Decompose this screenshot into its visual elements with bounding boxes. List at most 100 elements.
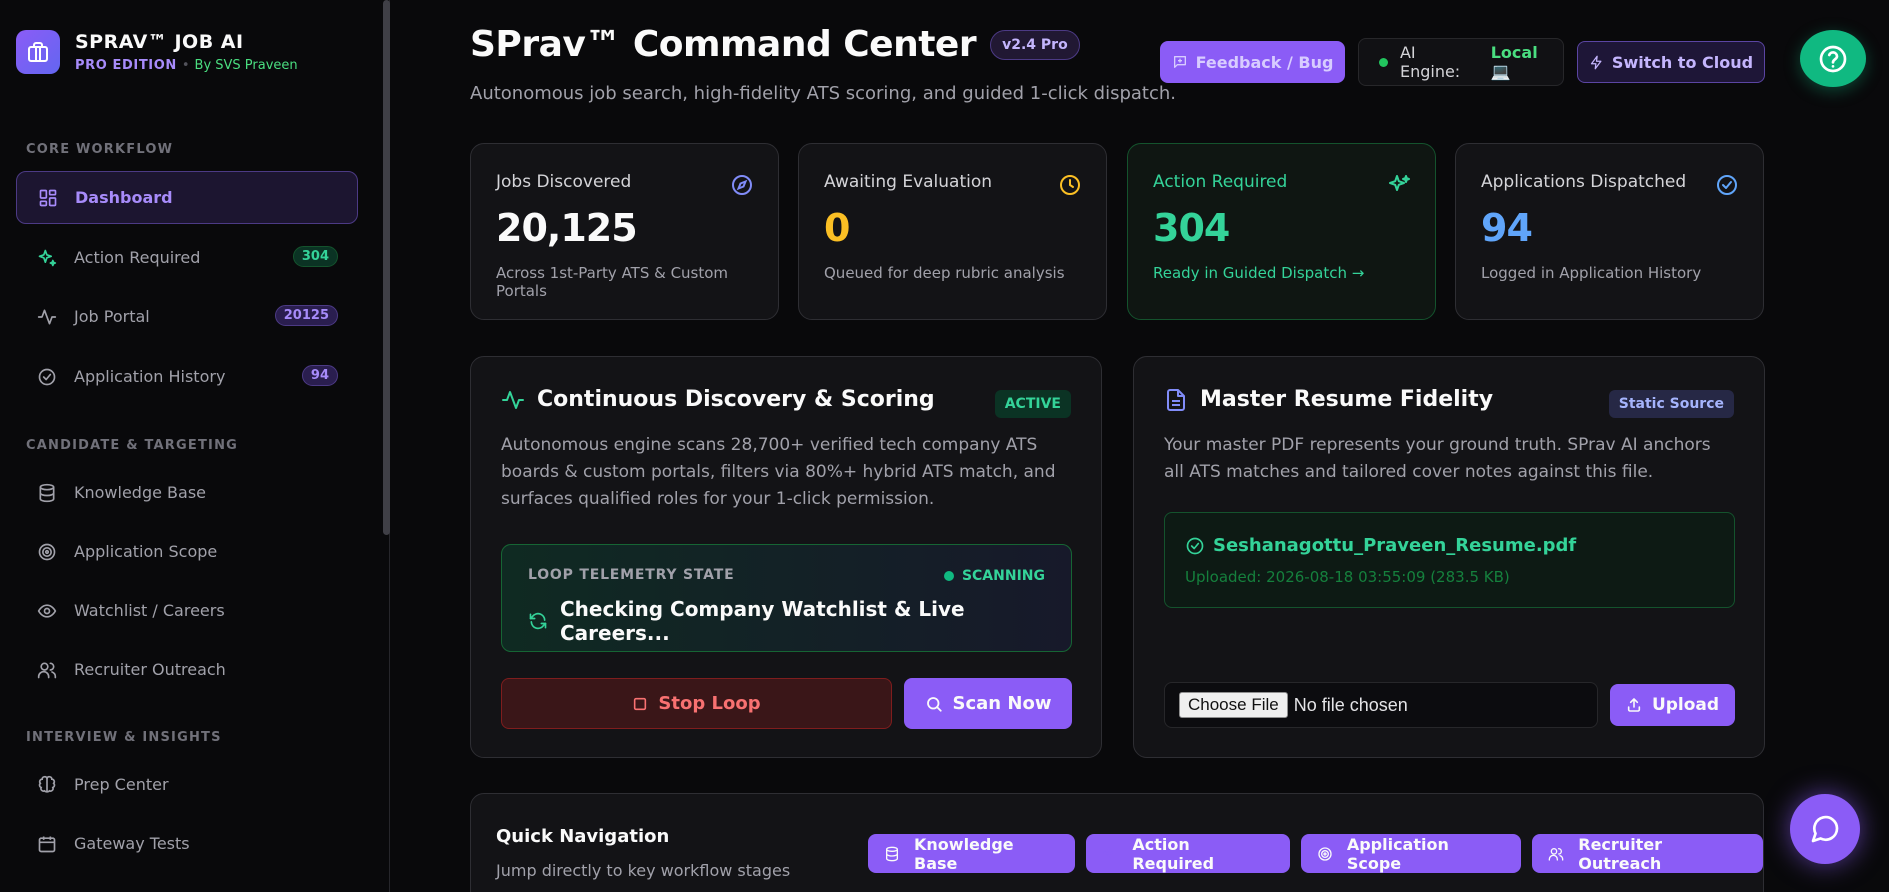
feedback-label: Feedback / Bug [1195,52,1334,72]
guided-dispatch-link[interactable]: Ready in Guided Dispatch → [1153,264,1410,282]
sidebar-item-label: Application History [74,367,226,386]
sidebar-scrollbar[interactable] [383,0,390,535]
sparkles-icon [36,247,58,269]
sidebar: SPRAV™ JOB AI PRO EDITION • By SVS Praveen… [0,0,390,892]
job-portal-count-badge: 20125 [274,305,338,326]
version-badge: v2.4 Pro [990,29,1080,60]
stat-card-awaiting-evaluation[interactable]: Awaiting Evaluation 0 Queued for deep ru… [798,143,1107,320]
help-circle-icon [1817,43,1849,75]
resume-file-name[interactable]: Seshanagottu_Praveen_Resume.pdf [1213,535,1576,556]
quick-nav-label: Action Required [1132,834,1215,873]
stat-desc: Across 1st-Party ATS & Custom Portals [496,264,729,300]
sidebar-item-application-scope[interactable]: Application Scope [16,525,358,578]
loop-telemetry-box: LOOP TELEMETRY STATE SCANNING Checking C… [501,544,1072,652]
quick-nav-knowledge-base[interactable]: Knowledge Base [868,834,1076,873]
sidebar-item-label: Dashboard [75,188,173,207]
discovery-title: Continuous Discovery & Scoring [537,387,935,412]
search-icon [925,695,943,713]
zap-icon [1589,55,1604,70]
sidebar-item-action-required[interactable]: Action Required 304 [16,231,358,284]
upload-button[interactable]: Upload [1610,684,1735,726]
sidebar-item-label: Knowledge Base [74,483,206,502]
activity-icon [36,306,58,328]
action-required-count-badge: 304 [292,246,338,267]
resume-file-meta: Uploaded: 2026-08-18 03:55:09 (283.5 KB) [1185,568,1510,586]
section-interview-insights: INTERVIEW & INSIGHTS [26,730,222,745]
database-icon [36,482,58,504]
sidebar-item-label: Prep Center [74,775,169,794]
sidebar-item-label: Action Required [74,248,201,267]
stat-desc: Logged in Application History [1481,264,1702,282]
check-circle-icon [36,366,58,388]
sidebar-item-label: Watchlist / Careers [74,601,225,620]
sidebar-item-recruiter-outreach[interactable]: Recruiter Outreach [16,643,358,696]
database-icon [884,846,900,862]
brand-author: By SVS Praveen [194,58,298,73]
sidebar-item-watchlist-careers[interactable]: Watchlist / Careers [16,584,358,637]
refresh-icon [528,611,548,631]
quick-nav-label: Recruiter Outreach [1578,834,1663,873]
sidebar-item-label: Application Scope [74,542,218,561]
target-icon [36,541,58,563]
sidebar-item-gateway-tests[interactable]: Gateway Tests [16,817,358,870]
quick-navigation: Quick Navigation Jump directly to key wo… [470,793,1764,892]
quick-nav-action-required[interactable]: Action Required [1086,834,1290,873]
calendar-icon [36,833,58,855]
sidebar-item-label: Recruiter Outreach [74,660,226,679]
stat-value: 304 [1153,206,1230,250]
stat-card-jobs-discovered[interactable]: Jobs Discovered 20,125 Across 1st-Party … [470,143,779,320]
stat-label: Awaiting Evaluation [824,172,993,192]
users-icon [36,659,58,681]
scan-now-label: Scan Now [952,693,1052,714]
status-dot [943,571,954,581]
sidebar-item-job-portal[interactable]: Job Portal 20125 [16,290,358,343]
quick-nav-label: Application Scope [1346,834,1449,873]
section-candidate-targeting: CANDIDATE & TARGETING [26,438,239,453]
current-resume-file: Seshanagottu_Praveen_Resume.pdf Uploaded… [1164,512,1735,608]
sidebar-item-label: Gateway Tests [74,834,190,853]
check-circle-icon [1715,173,1739,197]
sidebar-item-application-history[interactable]: Application History 94 [16,350,358,403]
engine-value: Local 💻 [1490,43,1538,81]
stat-label: Jobs Discovered [496,172,632,192]
chat-button[interactable] [1790,794,1860,864]
sidebar-item-prep-center[interactable]: Prep Center [16,758,358,811]
choose-file-button[interactable]: Choose File [1179,692,1288,718]
feedback-button[interactable]: Feedback / Bug [1160,41,1345,83]
quick-nav-application-scope[interactable]: Application Scope [1300,834,1522,873]
check-circle-icon [1185,536,1205,556]
stop-loop-label: Stop Loop [658,693,761,714]
compass-icon [730,173,754,197]
help-button[interactable] [1800,30,1866,87]
clock-icon [1058,173,1082,197]
scan-now-button[interactable]: Scan Now [904,678,1072,729]
file-text-icon [1164,388,1188,412]
brand-edition: PRO EDITION [75,58,177,73]
sidebar-item-knowledge-base[interactable]: Knowledge Base [16,466,358,519]
active-status-badge: ACTIVE [994,390,1071,418]
briefcase-icon [16,30,60,74]
eye-icon [36,600,58,622]
sidebar-item-dashboard[interactable]: Dashboard [16,171,358,224]
brand-separator: • [181,58,190,73]
message-plus-icon [1172,54,1188,70]
application-history-count-badge: 94 [301,365,338,386]
static-source-badge: Static Source [1608,390,1734,418]
brand[interactable]: SPRAV™ JOB AI PRO EDITION • By SVS Praveen [16,30,298,74]
quick-nav-label: Knowledge Base [914,834,1014,873]
scanning-status: SCANNING [943,568,1045,584]
stat-card-action-required[interactable]: Action Required 304 Ready in Guided Disp… [1127,143,1436,320]
page-subtitle: Autonomous job search, high-fidelity ATS… [470,83,1176,104]
resume-file-input[interactable]: Choose File No file chosen [1164,682,1598,728]
stat-card-applications-dispatched[interactable]: Applications Dispatched 94 Logged in App… [1455,143,1764,320]
discovery-description: Autonomous engine scans 28,700+ verified… [501,435,1056,509]
stop-loop-button[interactable]: Stop Loop [501,678,892,729]
stat-value: 0 [824,206,850,250]
resume-panel: Master Resume Fidelity Static Source You… [1133,356,1765,758]
stat-desc: Queued for deep rubric analysis [824,264,1065,282]
discovery-panel: Continuous Discovery & Scoring ACTIVE Au… [470,356,1102,758]
quick-nav-recruiter-outreach[interactable]: Recruiter Outreach [1532,834,1763,873]
dashboard-icon [37,187,59,209]
switch-to-cloud-button[interactable]: Switch to Cloud [1577,41,1765,83]
brain-icon [36,774,58,796]
